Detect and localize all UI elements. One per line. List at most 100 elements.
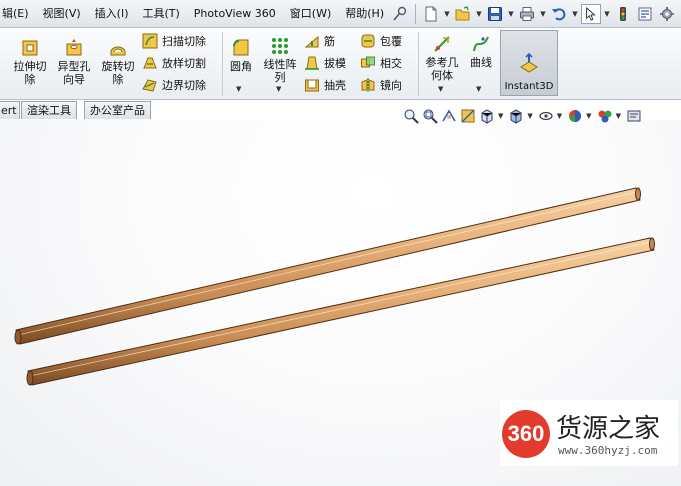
chevron-down-icon[interactable]: ▼ (539, 4, 547, 24)
menu-insert[interactable]: 插入(I) (88, 0, 136, 28)
chevron-down-icon[interactable]: ▼ (498, 112, 503, 120)
previous-view-icon[interactable] (441, 108, 457, 124)
chevron-down-icon[interactable]: ▼ (438, 85, 443, 93)
wrap-label: 包覆 (380, 35, 402, 48)
pin-icon[interactable] (390, 4, 410, 24)
curves-label: 曲线 (470, 56, 492, 69)
mirror-label: 镜向 (380, 79, 402, 92)
menu-window[interactable]: 窗口(W) (283, 0, 338, 28)
hole-wizard-button[interactable]: 异型孔 向导 (52, 38, 96, 86)
chevron-down-icon[interactable]: ▼ (443, 4, 451, 24)
menu-bar: 辑(E) 视图(V) 插入(I) 工具(T) PhotoView 360 窗口(… (0, 0, 681, 28)
intersect-label: 相交 (380, 57, 402, 70)
chevron-down-icon[interactable]: ▼ (557, 112, 562, 120)
instant3d-label: Instant3D (504, 81, 554, 92)
rib-button[interactable]: 筋 (304, 31, 335, 51)
tab-insert[interactable]: ert (0, 101, 20, 119)
reference-geometry-label: 参考几 何体 (425, 56, 459, 82)
fillet-label: 圆角 (230, 60, 252, 73)
select-cursor-icon[interactable] (581, 4, 601, 24)
intersect-button[interactable]: 相交 (360, 53, 402, 73)
tab-render-tools[interactable]: 渲染工具 (21, 101, 77, 119)
standard-toolbar: ▼ ▼ ▼ ▼ ▼ ▼ (390, 0, 681, 28)
chevron-down-icon[interactable]: ▼ (507, 4, 515, 24)
mirror-icon (361, 78, 375, 92)
lofted-cut-label: 放样切割 (162, 57, 206, 70)
draft-label: 拔模 (324, 57, 346, 70)
zoom-to-area-icon[interactable] (422, 108, 438, 124)
reference-geometry-button[interactable]: 参考几 何体 (420, 34, 464, 82)
chevron-down-icon[interactable]: ▼ (236, 85, 241, 93)
swept-cut-button[interactable]: 扫描切除 (142, 31, 206, 51)
swept-cut-icon (142, 33, 158, 49)
apply-scene-icon[interactable] (597, 108, 613, 124)
curves-button[interactable]: 曲线 (464, 34, 498, 69)
tab-office-products[interactable]: 办公室产品 (84, 101, 151, 119)
print-icon[interactable] (517, 4, 537, 24)
curves-icon (473, 36, 489, 52)
menu-tools[interactable]: 工具(T) (135, 0, 186, 28)
swept-cut-label: 扫描切除 (162, 35, 206, 48)
wrap-icon (361, 34, 375, 48)
reference-geometry-icon (434, 36, 450, 52)
fillet-icon (233, 39, 249, 56)
instant3d-button[interactable]: Instant3D (500, 30, 558, 96)
boundary-cut-icon (142, 79, 157, 92)
menu-photoview[interactable]: PhotoView 360 (187, 0, 283, 28)
hole-wizard-icon (66, 39, 82, 56)
hide-show-items-icon[interactable] (538, 108, 554, 124)
chevron-down-icon[interactable]: ▼ (586, 112, 591, 120)
extrude-cut-label: 拉伸切 除 (13, 60, 47, 86)
chevron-down-icon[interactable]: ▼ (475, 4, 483, 24)
revolve-cut-icon (110, 46, 126, 56)
intersect-icon (361, 56, 375, 68)
open-folder-icon[interactable] (453, 4, 473, 24)
undo-icon[interactable] (549, 4, 569, 24)
zoom-to-fit-icon[interactable] (403, 108, 419, 124)
rib-label: 筋 (324, 35, 335, 48)
chevron-down-icon[interactable]: ▼ (603, 4, 611, 24)
display-style-icon[interactable] (508, 108, 524, 124)
options-gear-icon[interactable] (657, 4, 677, 24)
chevron-down-icon[interactable]: ▼ (527, 112, 532, 120)
watermark-url: www.360hyzj.com (558, 444, 658, 457)
chevron-down-icon[interactable]: ▼ (476, 85, 481, 93)
boundary-cut-label: 边界切除 (162, 79, 206, 92)
linear-pattern-label: 线性阵 列 (263, 58, 297, 84)
revolve-cut-button[interactable]: 旋转切 除 (96, 38, 140, 86)
fillet-button[interactable]: 圆角 (224, 38, 258, 73)
new-document-icon[interactable] (421, 4, 441, 24)
draft-button[interactable]: 拔模 (304, 53, 346, 73)
wrap-button[interactable]: 包覆 (360, 31, 402, 51)
shell-button[interactable]: 抽壳 (304, 75, 346, 95)
chevron-down-icon[interactable]: ▼ (276, 85, 281, 93)
lofted-cut-button[interactable]: 放样切割 (142, 53, 206, 73)
ribbon-separator (222, 32, 223, 96)
instant3d-icon (520, 53, 538, 73)
chevron-down-icon[interactable]: ▼ (571, 4, 579, 24)
lofted-cut-icon (143, 57, 157, 69)
section-view-icon[interactable] (460, 108, 476, 124)
shell-icon (305, 79, 319, 92)
rib-icon (304, 35, 319, 48)
menu-edit[interactable]: 辑(E) (0, 0, 36, 28)
chevron-down-icon[interactable]: ▼ (616, 112, 621, 120)
view-orientation-icon[interactable] (479, 108, 495, 124)
boundary-cut-button[interactable]: 边界切除 (142, 75, 206, 95)
edit-appearance-icon[interactable] (567, 108, 583, 124)
revolve-cut-label: 旋转切 除 (101, 60, 135, 86)
extrude-cut-button[interactable]: 拉伸切 除 (8, 38, 52, 86)
linear-pattern-button[interactable]: 线性阵 列 (258, 36, 302, 84)
watermark-logo: 360 货源之家 www.360hyzj.com (500, 400, 678, 466)
extrude-cut-icon (22, 40, 38, 56)
file-properties-icon[interactable] (635, 4, 655, 24)
mirror-button[interactable]: 镜向 (360, 75, 402, 95)
rebuild-traffic-light-icon[interactable] (613, 4, 633, 24)
view-settings-icon[interactable] (626, 108, 642, 124)
menu-help[interactable]: 帮助(H) (338, 0, 391, 28)
watermark-title: 货源之家 (556, 414, 661, 444)
command-manager: 拉伸切 除 异型孔 向导 旋转切 除 扫描切除 放样切割 边界切除 圆角 ▼ 线… (0, 28, 681, 100)
heads-up-view-toolbar: ▼ ▼ ▼ ▼ ▼ (403, 106, 642, 126)
menu-view[interactable]: 视图(V) (36, 0, 88, 28)
save-icon[interactable] (485, 4, 505, 24)
